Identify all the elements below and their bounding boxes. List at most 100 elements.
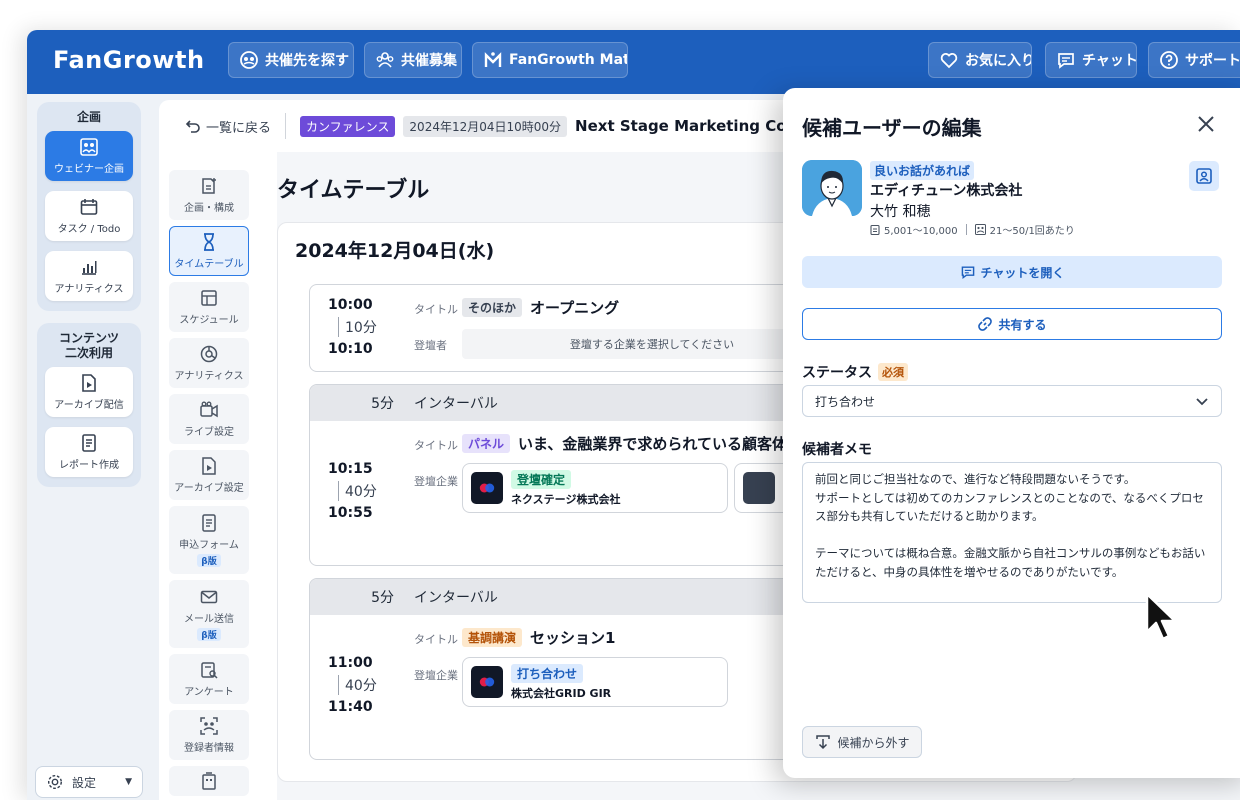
form-icon [202,514,216,532]
heart-icon [940,53,958,69]
interval-label: インターバル [414,590,498,606]
contact-card-icon [1196,168,1212,184]
sidebar-item-archive-label: アーカイブ配信 [54,400,124,411]
sidebar-item-webinar-plan[interactable]: ウェビナー企画 [45,131,133,181]
speaker-field-label: 登壇者 [414,339,447,352]
building-icon [202,772,216,790]
session-start-time: 10:00 [328,297,373,313]
mouse-cursor-icon [1145,592,1177,641]
status-field-label: ステータス 必須 [802,362,908,382]
session-kind-badge: そのほか [462,298,523,317]
favorites-button[interactable]: お気に入り [928,42,1032,78]
session-times: 10:00 10分 10:10 [328,297,388,357]
event-datetime-badge: 2024年12月04日10時00分 [403,115,568,137]
candidate-avatar [802,160,862,216]
report-icon [82,434,96,452]
help-icon [1160,51,1178,69]
open-chat-label: チャットを開く [980,265,1065,280]
session-start-time: 11:00 [328,655,373,671]
top-header: FanGrowth 共催先を探す 共催募集 FanGrowth Mate お気に… [27,30,1240,94]
subnav-item-survey[interactable]: アンケート [169,654,249,704]
cohost-recruit-button[interactable]: 共催募集 [364,42,462,78]
mate-logo-icon [484,52,502,67]
subnav-item-registrants[interactable]: 登録者情報 [169,710,249,760]
interval-duration: 5分 [371,590,394,606]
back-to-list-link[interactable]: 一覧に戻る [185,117,271,136]
sidebar-item-archive[interactable]: アーカイブ配信 [45,367,133,417]
sidebar-item-analytics-label: アナリティクス [54,284,124,295]
chat-button[interactable]: チャット [1045,42,1137,78]
page-title: タイムテーブル [277,178,430,203]
attendance-count: 21〜50/1回あたり [989,226,1075,237]
candidate-memo-textarea[interactable]: 前回と同じご担当社なので、進行など特段問題ないそうです。 サポートとしては初めて… [802,462,1222,603]
app-logo[interactable]: FanGrowth [53,46,205,74]
subnav-item-analytics[interactable]: アナリティクス [169,338,249,388]
webinar-icon [80,138,98,156]
session-times: 11:00 40分 11:40 [328,655,388,715]
subnav-item-analytics-label: アナリティクス [174,371,244,382]
session-duration: 10分 [338,317,388,337]
speaker-company-card[interactable]: 打ち合わせ 株式会社GRID GIR [462,657,728,707]
subnav-item-live-settings[interactable]: ライブ設定 [169,394,249,444]
sidebar-item-analytics[interactable]: アナリティクス [45,251,133,301]
breadcrumb-divider [285,113,287,139]
session-end-time: 10:55 [328,505,373,521]
company-status-badge: 打ち合わせ [511,664,584,683]
subnav-item-archive-settings[interactable]: アーカイブ設定 [169,450,249,500]
subnav-item-form-label: 申込フォーム [179,540,239,551]
support-button[interactable]: サポートサイト [1148,42,1240,78]
subnav-item-form[interactable]: 申込フォーム β版 [169,506,249,574]
sidebar-item-task-todo-label: タスク / Todo [57,224,121,235]
title-field-label: タイトル [414,633,458,646]
company-logo [471,666,503,698]
close-button[interactable] [1194,112,1218,136]
speaker-field-label: 登壇企業 [414,475,458,488]
profile-card-button[interactable] [1189,161,1219,191]
chat-label: チャット [1082,53,1137,69]
event-category-badge: カンファレンス [300,115,396,137]
fangrowth-mate-button[interactable]: FanGrowth Mate [472,42,628,78]
share-button[interactable]: 共有する [802,308,1222,340]
session-start-time: 10:15 [328,461,373,477]
reuse-group-title-line2: 二次利用 [64,346,113,360]
subnav-item-more[interactable] [169,766,249,796]
registrant-icon [200,717,218,735]
title-field-label: タイトル [414,303,458,316]
remove-candidate-label: 候補から外す [837,735,910,750]
subnav-item-timetable[interactable]: タイムテーブル [169,226,249,276]
sidebar-item-task-todo[interactable]: タスク / Todo [45,191,133,241]
planning-group: 企画 ウェビナー企画 タスク / Todo アナリティクス [37,102,141,311]
find-cohost-button[interactable]: 共催先を探す [228,42,354,78]
speaker-field-label: 登壇企業 [414,669,458,682]
session-title-row: パネル いま、金融業界で求められている顧客体験 [462,433,802,454]
title-field-label: タイトル [414,439,458,452]
sidebar-item-webinar-plan-label: ウェビナー企画 [54,164,124,175]
settings-dropdown[interactable]: 設定 ▼ [35,766,143,798]
reuse-group: コンテンツ 二次利用 アーカイブ配信 レポート作成 [37,323,141,487]
speaker-company-card[interactable]: 登壇確定 ネクステージ株式会社 [462,463,728,513]
remove-candidate-button[interactable]: 候補から外す [802,726,922,758]
chat-icon [961,266,974,280]
subnav-item-mail[interactable]: メール送信 β版 [169,580,249,648]
open-chat-button[interactable]: チャットを開く [802,256,1222,288]
subnav-item-plan[interactable]: 企画・構成 [169,170,249,220]
find-cohost-label: 共催先を探す [265,53,349,69]
plan-icon [202,178,216,194]
users-icon [376,52,394,68]
status-select[interactable]: 打ち合わせ [802,385,1222,417]
planning-group-title: 企画 [76,110,101,124]
subnav-item-schedule[interactable]: スケジュール [169,282,249,332]
chat-icon [1058,53,1074,69]
schedule-icon [201,290,217,306]
sidebar-item-report[interactable]: レポート作成 [45,427,133,477]
close-icon [1198,116,1214,132]
gear-icon [47,774,63,790]
edit-candidate-drawer: 候補ユーザーの編集 良いお話があれば エディチューン株式会社 大竹 和穂 5,0… [783,88,1240,778]
memo-field-label: 候補者メモ [802,442,872,458]
company-status-badge: 登壇確定 [511,470,572,489]
clipboard-icon [870,224,880,235]
handshake-icon [240,51,258,69]
candidate-priority-badge: 良いお話があれば [870,161,975,180]
support-label: サポートサイト [1185,53,1240,69]
interval-label: インターバル [414,396,498,412]
